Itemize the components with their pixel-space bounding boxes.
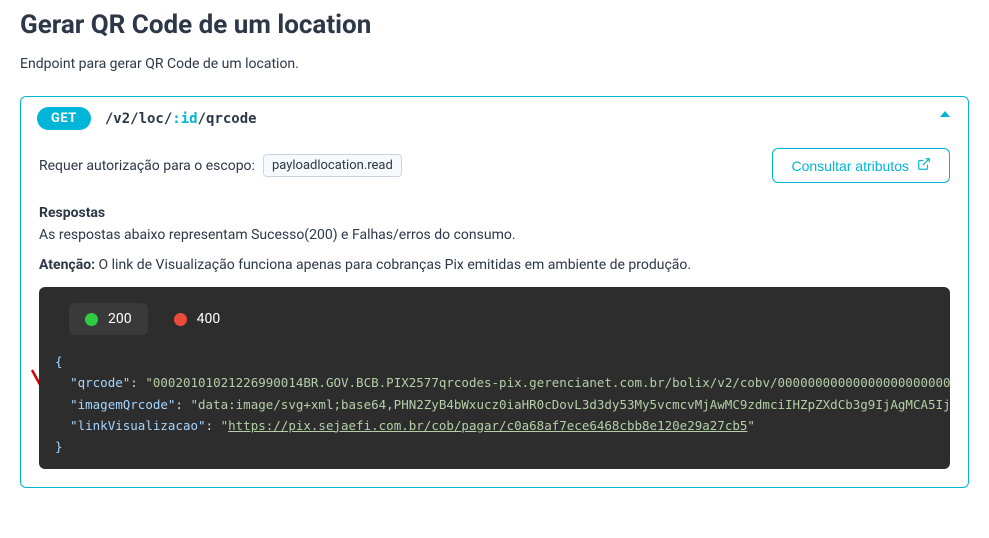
responses-attention: Atenção: O link de Visualização funciona… [39,257,950,273]
response-tabs: 200 400 [39,287,950,351]
page-title: Gerar QR Code de um location [20,10,969,40]
code-scroll[interactable]: { "qrcode": "00020101021226990014BR.GOV.… [39,351,950,469]
response-json: { "qrcode": "00020101021226990014BR.GOV.… [55,351,934,457]
status-dot-error-icon [174,313,187,326]
endpoint-path: /v2/loc/:id/qrcode [105,111,257,127]
path-prefix: /v2/loc/ [105,111,172,127]
external-link-icon [917,157,931,174]
tab-400[interactable]: 400 [158,303,237,335]
status-dot-success-icon [85,313,98,326]
endpoint-body: Requer autorização para o escopo: payloa… [21,140,968,487]
tab-200-label: 200 [108,311,132,327]
scope-label: Requer autorização para o escopo: [39,158,255,174]
consult-attributes-label: Consultar atributos [791,158,909,174]
collapse-up-icon[interactable] [940,111,950,117]
page-description: Endpoint para gerar QR Code de um locati… [20,56,969,72]
path-suffix: /qrcode [198,111,257,127]
responses-heading: Respostas [39,205,950,221]
endpoint-card: GET /v2/loc/:id/qrcode Requer autorizaçã… [20,96,969,488]
endpoint-header[interactable]: GET /v2/loc/:id/qrcode [21,97,968,140]
consult-attributes-button[interactable]: Consultar atributos [772,148,950,183]
attention-label: Atenção: [39,257,95,273]
scope-value: payloadlocation.read [263,154,402,177]
attention-text: O link de Visualização funciona apenas p… [95,257,691,273]
responses-description: As respostas abaixo representam Sucesso(… [39,227,950,243]
path-param: :id [172,111,197,127]
http-method-badge: GET [37,107,91,130]
response-code-panel: 200 400 { "qrcode": "0002010102122699001… [39,287,950,469]
tab-400-label: 400 [197,311,221,327]
tab-200[interactable]: 200 [69,303,148,335]
